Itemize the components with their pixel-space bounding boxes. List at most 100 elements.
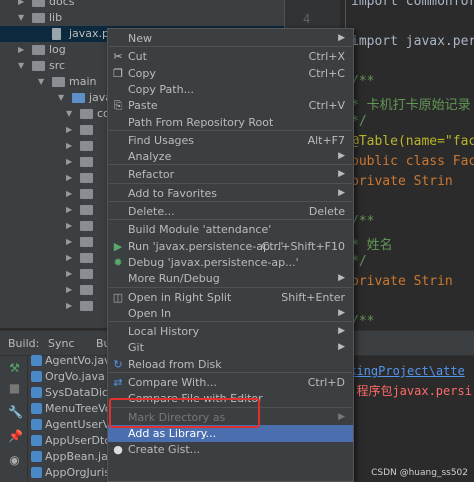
menu-item-label: Delete... [128,205,175,218]
menu-item-debug-javax-persistence-ap[interactable]: ✹ Debug 'javax.persistence-ap...' [108,254,353,271]
menu-separator [109,286,352,288]
compare-icon: ⇄ [113,376,123,389]
menu-item-cut[interactable]: ✂ Cut Ctrl+X [108,48,353,65]
menu-item-path-from-repository-root[interactable]: Path From Repository Root [108,114,353,131]
folder-icon [80,125,93,135]
menu-item-create-gist[interactable]: ● Create Gist... [108,441,353,458]
submenu-arrow-icon: ▶ [338,411,345,422]
menu-item-shortcut: Delete [308,205,345,218]
expand-arrow-icon[interactable]: ▼ [38,74,44,90]
collapse-arrow-icon[interactable]: ▶ [66,170,72,186]
menu-item-compare-with[interactable]: ⇄ Compare With... Ctrl+D [108,374,353,391]
submenu-arrow-icon: ▶ [338,326,345,337]
context-menu: New ▶ ✂ Cut Ctrl+X ❐ Copy Ctrl+C Copy Path... ⎘ Pa… [107,28,354,482]
menu-item-analyze[interactable]: Analyze ▶ [108,148,353,165]
menu-item-git[interactable]: Git ▶ [108,339,353,356]
collapse-arrow-icon[interactable]: ▶ [66,282,72,298]
code-line[interactable]: private Strin [351,274,453,289]
menu-item-label: Reload from Disk [128,357,222,371]
output-error-text: 程序包javax.persi [356,384,472,398]
menu-item-build-module-attendance[interactable]: Build Module 'attendance' [108,221,353,238]
submenu-arrow-icon: ▶ [338,169,345,180]
run-icon: ▶ [113,239,123,253]
folder-icon [80,189,93,199]
menu-item-add-to-favorites[interactable]: Add to Favorites ▶ [108,185,353,202]
collapse-arrow-icon[interactable]: ▶ [66,250,72,266]
output-path-link[interactable]: rkingProject\atte [342,364,465,378]
menu-item-copy-path[interactable]: Copy Path... [108,81,353,98]
eye-icon[interactable]: ◉ [8,454,21,467]
menu-item-compare-file-with-editor[interactable]: Compare File with Editor [108,390,353,407]
code-line[interactable]: /** [351,314,374,329]
java-class-icon [31,435,42,446]
collapse-arrow-icon[interactable]: ▶ [66,202,72,218]
split-icon: ◫ [112,290,124,304]
code-line[interactable]: public class Face [351,154,474,169]
code-line[interactable]: * 卡机打卡原始记录 [351,94,471,113]
menu-item-run-javax-persistence-ap[interactable]: ▶ Run 'javax.persistence-ap...' Ctrl+Shift… [108,238,353,255]
code-line[interactable]: import javax.pers [351,34,474,49]
collapse-arrow-icon[interactable]: ▶ [66,154,72,170]
tree-row-label: lib [49,11,63,24]
code-line[interactable]: * 姓名 [351,234,393,253]
menu-item-shortcut: Ctrl+Shift+F10 [261,239,345,253]
collapse-arrow-icon[interactable]: ▶ [66,218,72,234]
menu-item-reload-from-disk[interactable]: ↻ Reload from Disk [108,356,353,373]
folder-icon [80,109,93,119]
code-line[interactable]: import commonfor [351,0,474,9]
expand-arrow-icon[interactable]: ▼ [18,58,24,74]
menu-item-label: Run 'javax.persistence-ap...' [128,239,284,253]
collapse-arrow-icon[interactable]: ▶ [66,298,72,314]
build-output: rkingProject\atte : 程序包javax.persi [338,356,474,482]
menu-item-open-in-right-split[interactable]: ◫ Open in Right Split Shift+Enter [108,289,353,306]
folder-icon [80,253,93,263]
folder-icon [72,93,85,103]
menu-item-refactor[interactable]: Refactor ▶ [108,166,353,183]
menu-item-shortcut: Ctrl+C [308,66,345,80]
menu-item-open-in[interactable]: Open In ▶ [108,305,353,322]
collapse-arrow-icon[interactable]: ▶ [18,0,24,10]
collapse-arrow-icon[interactable]: ▶ [66,138,72,154]
menu-item-paste[interactable]: ⎘ Paste Ctrl+V [108,97,353,114]
menu-item-more-run-debug[interactable]: More Run/Debug ▶ [108,270,353,287]
code-line[interactable]: /** [351,214,374,229]
menu-item-copy[interactable]: ❐ Copy Ctrl+C [108,65,353,82]
menu-item-label: Add as Library... [128,426,217,440]
tree-row-label: src [49,59,66,72]
folder-icon [32,61,45,71]
folder-icon [32,13,45,23]
tree-row[interactable]: ▶ docs [0,0,284,10]
submenu-arrow-icon: ▶ [338,33,345,43]
tree-row[interactable]: ▼ lib [0,10,284,26]
stop-icon[interactable]: ■ [8,382,21,395]
hammer-icon[interactable]: ⚒ [8,362,21,375]
expand-arrow-icon[interactable]: ▼ [18,10,24,26]
expand-arrow-icon[interactable]: ▼ [66,106,72,122]
menu-item-delete[interactable]: Delete... Delete [108,203,353,220]
code-line[interactable]: @Table(name="face [351,134,474,149]
menu-item-mark-directory-as: Mark Directory as ▶ [108,409,353,426]
watermark: CSDN @huang_ss502 [371,468,468,478]
collapse-arrow-icon[interactable]: ▶ [66,234,72,250]
tab-sync[interactable]: Sync [48,337,75,350]
pin-icon[interactable]: 📌 [8,430,23,443]
expand-arrow-icon[interactable]: ▼ [58,90,64,106]
collapse-arrow-icon[interactable]: ▶ [66,122,72,138]
wrench-icon[interactable]: 🔧 [8,406,23,419]
menu-item-label: Debug 'javax.persistence-ap...' [128,255,299,269]
debug-icon: ✹ [113,255,123,269]
collapse-arrow-icon[interactable]: ▶ [66,186,72,202]
tree-row-label: main [69,75,97,88]
menu-item-local-history[interactable]: Local History ▶ [108,323,353,340]
folder-icon [80,285,93,295]
collapse-arrow-icon[interactable]: ▶ [18,42,24,58]
menu-item-new[interactable]: New ▶ [108,30,353,47]
code-line[interactable]: /** [351,74,374,89]
collapse-arrow-icon[interactable]: ▶ [66,266,72,282]
menu-item-add-as-library[interactable]: Add as Library... [108,424,353,442]
tree-row-label: log [49,43,66,56]
code-line[interactable]: private Strin [351,174,453,189]
folder-icon [80,237,93,247]
submenu-arrow-icon: ▶ [338,342,345,353]
menu-item-find-usages[interactable]: Find Usages Alt+F7 [108,132,353,149]
